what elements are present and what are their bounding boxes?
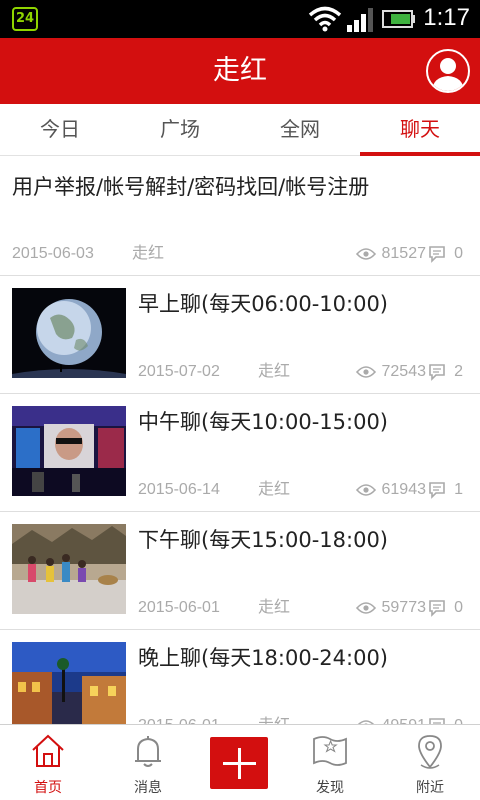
list-item[interactable]: 早上聊(每天06:00-10:00) 2015-07-02 走红 72543 2 (0, 276, 480, 394)
user-avatar-button[interactable] (426, 49, 470, 93)
bell-icon (135, 736, 161, 767)
app-header: 走红 (0, 38, 480, 104)
post-author: 走红 (258, 363, 291, 380)
wifi-icon (308, 6, 342, 36)
view-count-value: 59773 (381, 599, 427, 616)
comment-icon (429, 246, 445, 263)
map-flag-icon (313, 736, 347, 766)
view-count: 61943 (355, 481, 427, 499)
nav-nearby[interactable]: 附近 (382, 725, 478, 800)
post-date: 2015-06-01 (138, 599, 220, 616)
view-count: 72543 (355, 363, 427, 381)
post-author: 走红 (258, 711, 290, 724)
notification-badge: 24 (12, 7, 38, 31)
post-date: 2015-06-01 (138, 717, 220, 724)
comment-count-value: 0 (454, 717, 463, 724)
nav-discover[interactable]: 发现 (282, 725, 378, 800)
battery-icon (382, 10, 416, 32)
kids-playing-thumbnail (12, 524, 126, 614)
nav-nearby-label: 附近 (416, 780, 444, 796)
list-item[interactable]: 中午聊(每天10:00-15:00) 2015-06-14 走红 61943 1 (0, 394, 480, 512)
comment-icon (429, 600, 445, 617)
comment-count: 2 (428, 363, 463, 381)
location-pin-icon (418, 735, 442, 769)
tab-chat[interactable]: 聊天 (360, 104, 480, 156)
post-author: 走红 (258, 481, 291, 498)
view-count: 49591 (356, 717, 427, 724)
comment-icon (429, 718, 445, 724)
view-count: 59773 (355, 599, 427, 617)
post-title: 用户举报/帐号解封/密码找回/帐号注册 (12, 175, 370, 199)
eye-icon (355, 484, 376, 496)
user-icon (432, 58, 464, 91)
tab-today[interactable]: 今日 (0, 104, 120, 155)
post-date: 2015-06-03 (12, 245, 94, 262)
list-item[interactable]: 下午聊(每天15:00-18:00) 2015-06-01 走红 59773 0 (0, 512, 480, 630)
tab-network[interactable]: 全网 (240, 104, 360, 155)
post-list: 用户举报/帐号解封/密码找回/帐号注册 2015-06-03 走红 81527 … (0, 157, 480, 724)
comment-count: 1 (428, 481, 463, 499)
tab-bar: 今日 广场 全网 聊天 (0, 104, 480, 156)
bottom-navigation: 首页 消息 发现 附近 (0, 724, 480, 800)
post-date: 2015-07-02 (138, 363, 220, 380)
stage-screens-thumbnail (12, 406, 126, 496)
list-item[interactable]: 晚上聊(每天18:00-24:00) 2015-06-01 走红 49591 0 (0, 630, 480, 724)
status-bar: 24 1:17 (0, 0, 480, 38)
post-title: 下午聊(每天15:00-18:00) (138, 528, 389, 552)
nav-home[interactable]: 首页 (0, 725, 96, 800)
nav-messages[interactable]: 消息 (100, 725, 196, 800)
post-title: 晚上聊(每天18:00-24:00) (138, 646, 389, 670)
comment-count: 0 (428, 717, 463, 724)
list-item[interactable]: 用户举报/帐号解封/密码找回/帐号注册 2015-06-03 走红 81527 … (0, 157, 480, 276)
post-author: 走红 (258, 599, 291, 616)
view-count-value: 81527 (381, 245, 427, 262)
nav-home-label: 首页 (34, 780, 62, 796)
view-count-value: 72543 (381, 363, 427, 380)
comment-count-value: 0 (454, 245, 463, 262)
signal-icon (346, 8, 376, 36)
comment-count-value: 1 (454, 481, 463, 498)
comment-count-value: 0 (454, 599, 463, 616)
nav-messages-label: 消息 (134, 780, 162, 796)
view-count-value: 61943 (381, 481, 427, 498)
home-icon (32, 734, 64, 767)
comment-icon (429, 482, 445, 499)
comment-count: 0 (428, 245, 463, 263)
earth-planet-thumbnail (12, 288, 126, 378)
post-author: 走红 (132, 245, 165, 262)
eye-icon (355, 602, 376, 614)
add-post-button[interactable] (210, 737, 268, 789)
eye-icon (355, 366, 376, 378)
post-date: 2015-06-14 (138, 481, 220, 498)
nav-discover-label: 发现 (316, 780, 344, 796)
eye-icon (355, 248, 376, 260)
tab-square[interactable]: 广场 (120, 104, 240, 155)
page-title: 走红 (213, 55, 267, 86)
post-title: 中午聊(每天10:00-15:00) (138, 410, 389, 434)
clock: 1:17 (423, 4, 470, 31)
view-count: 81527 (355, 245, 427, 263)
post-title: 早上聊(每天06:00-10:00) (138, 292, 389, 316)
view-count-value: 49591 (382, 717, 427, 724)
night-street-thumbnail (12, 642, 126, 724)
comment-icon (429, 364, 445, 381)
comment-count: 0 (428, 599, 463, 617)
comment-count-value: 2 (454, 363, 463, 380)
